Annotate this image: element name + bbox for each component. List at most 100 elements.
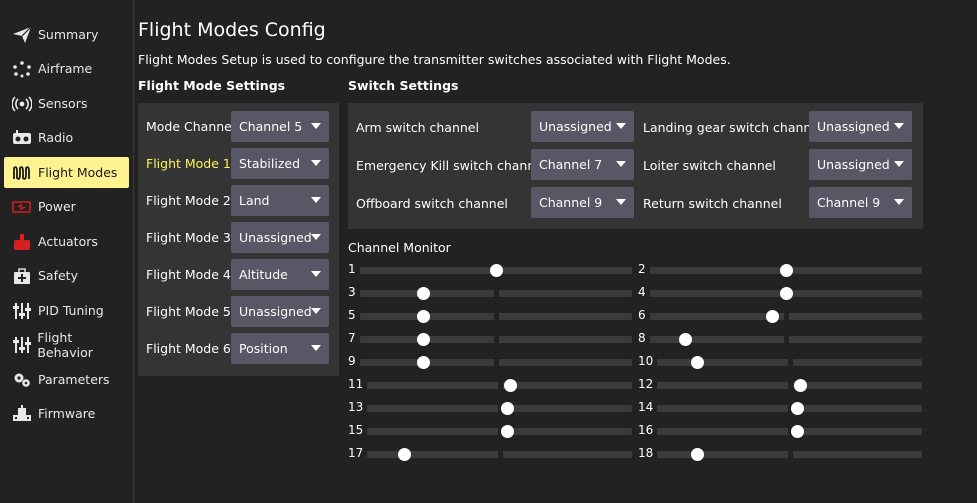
channel-number: 1 <box>348 262 356 276</box>
combo-value: Channel 5 <box>239 119 303 134</box>
flight-mode-3-label: Flight Mode 3 <box>146 230 231 245</box>
sidebar-item-label: Flight Behavior <box>37 329 93 360</box>
channel-number: 16 <box>638 423 654 437</box>
flight-mode-5-label: Flight Mode 5 <box>146 304 231 319</box>
chevron-down-icon <box>311 345 321 351</box>
sidebar-item-power[interactable]: Power <box>4 191 129 222</box>
flight-mode-5-row: Flight Mode 5 Unassigned <box>138 296 339 327</box>
flight-mode-6-select[interactable]: Position <box>231 333 329 364</box>
channel-indicator <box>504 379 518 392</box>
sidebar-item-label: Parameters <box>38 372 110 387</box>
channel-number: 7 <box>348 331 356 345</box>
flight-mode-5-select[interactable]: Unassigned <box>231 296 329 327</box>
channel-number: 9 <box>348 354 356 368</box>
channel-number: 5 <box>348 308 356 322</box>
offboard-switch-label: Offboard switch channel <box>356 196 508 211</box>
airframe-dots-icon <box>11 60 33 78</box>
sidebar-item-radio[interactable]: Radio <box>4 122 129 153</box>
sidebar-item-label: Radio <box>38 130 74 145</box>
flight-mode-2-label: Flight Mode 2 <box>146 193 231 208</box>
return-switch-label: Return switch channel <box>643 196 782 211</box>
chip-icon <box>11 404 33 423</box>
channel-number: 6 <box>638 308 646 322</box>
sidebar-item-label: Airframe <box>38 61 93 76</box>
sidebar-item-airframe[interactable]: Airframe <box>4 53 129 84</box>
channel-number: 15 <box>348 423 364 437</box>
channel-number: 2 <box>638 262 646 276</box>
channel-indicator <box>679 333 693 346</box>
arm-switch-select[interactable]: Unassigned <box>531 111 634 142</box>
sidebar-item-actuators[interactable]: Actuators <box>4 226 129 257</box>
loiter-switch-label: Loiter switch channel <box>643 158 776 173</box>
sidebar-item-label: Firmware <box>38 406 96 421</box>
sidebar-item-label: Summary <box>38 27 99 42</box>
mode-channel-select[interactable]: Channel 5 <box>231 111 329 142</box>
sidebar-item-flight-behavior[interactable]: Flight Behavior <box>4 329 129 360</box>
paper-plane-icon <box>11 26 33 44</box>
switch-settings-panel: Arm switch channel Unassigned Landing ge… <box>348 103 923 229</box>
channel-number: 14 <box>638 400 654 414</box>
chevron-down-icon <box>311 160 321 166</box>
sidebar-item-firmware[interactable]: Firmware <box>4 398 129 429</box>
chevron-down-icon <box>894 123 904 129</box>
flight-mode-6-label: Flight Mode 6 <box>146 341 231 356</box>
mode-channel-row: Mode Channel Channel 5 <box>138 111 339 142</box>
arm-switch-label: Arm switch channel <box>356 120 479 135</box>
landing-gear-switch-select[interactable]: Unassigned <box>809 111 912 142</box>
channel-bar-center-gap <box>494 290 499 297</box>
sidebar-item-parameters[interactable]: Parameters <box>4 364 129 395</box>
channel-number: 11 <box>348 377 364 391</box>
sidebar-item-safety[interactable]: Safety <box>4 260 129 291</box>
sidebar-item-flight-modes[interactable]: Flight Modes <box>4 157 129 188</box>
channel-number: 3 <box>348 285 356 299</box>
switch-settings-heading: Switch Settings <box>348 78 459 93</box>
channel-indicator <box>416 310 430 323</box>
mode-channel-label: Mode Channel <box>146 119 236 134</box>
flight-mode-settings-heading: Flight Mode Settings <box>138 78 286 93</box>
sidebar-item-label: Sensors <box>38 96 88 111</box>
channel-bar-center-gap <box>787 382 793 389</box>
channel-indicator <box>416 333 430 346</box>
chevron-down-icon <box>616 161 626 167</box>
flight-mode-3-row: Flight Mode 3 Unassigned <box>138 222 339 253</box>
offboard-switch-select[interactable]: Channel 9 <box>531 187 634 218</box>
landing-gear-switch-label: Landing gear switch channel <box>643 120 823 135</box>
channel-number: 18 <box>638 446 654 460</box>
flight-mode-4-label: Flight Mode 4 <box>146 267 231 282</box>
chevron-down-icon <box>616 123 626 129</box>
channel-indicator <box>690 356 704 369</box>
battery-icon <box>11 198 33 216</box>
channel-indicator <box>416 287 430 300</box>
sidebar-item-label: Safety <box>38 268 78 283</box>
page-description: Flight Modes Setup is used to configure … <box>138 52 731 67</box>
sidebar-item-summary[interactable]: Summary <box>4 19 129 50</box>
combo-value: Stabilized <box>239 156 301 171</box>
sidebar-item-pid-tuning[interactable]: PID Tuning <box>4 295 129 326</box>
channel-bar-center-gap <box>787 359 793 366</box>
flight-mode-2-select[interactable]: Land <box>231 185 329 216</box>
channel-indicator <box>780 287 793 300</box>
flight-mode-4-select[interactable]: Altitude <box>231 259 329 290</box>
return-switch-select[interactable]: Channel 9 <box>809 187 912 218</box>
channel-indicator <box>791 425 805 438</box>
flight-mode-6-row: Flight Mode 6 Position <box>138 333 339 364</box>
channel-bar-center-gap <box>787 451 793 458</box>
channel-indicator <box>766 310 780 323</box>
combo-value: Position <box>239 341 288 356</box>
loiter-switch-select[interactable]: Unassigned <box>809 149 912 180</box>
emergency-kill-switch-select[interactable]: Channel 7 <box>531 149 634 180</box>
combo-value: Unassigned <box>817 119 890 134</box>
actuator-icon <box>11 233 33 251</box>
sidebar-item-sensors[interactable]: Sensors <box>4 88 129 119</box>
channel-number: 12 <box>638 377 654 391</box>
flight-mode-4-row: Flight Mode 4 Altitude <box>138 259 339 290</box>
combo-value: Channel 7 <box>539 157 603 172</box>
flight-mode-3-select[interactable]: Unassigned <box>231 222 329 253</box>
radio-icon <box>11 129 33 147</box>
channel-indicator <box>690 448 704 461</box>
combo-value: Unassigned <box>239 304 312 319</box>
channel-indicator <box>791 402 805 415</box>
combo-value: Altitude <box>239 267 288 282</box>
channel-number: 10 <box>638 354 654 368</box>
flight-mode-1-select[interactable]: Stabilized <box>231 148 329 179</box>
